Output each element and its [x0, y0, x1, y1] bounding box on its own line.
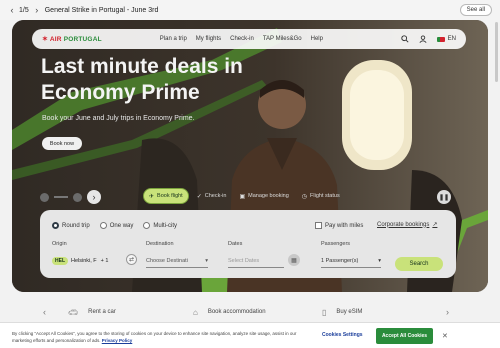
chevron-right-icon[interactable]: ›: [446, 307, 449, 317]
tap-logo[interactable]: ✶ AIR PORTUGAL: [42, 35, 102, 44]
user-icon[interactable]: [419, 35, 427, 43]
radio[interactable]: [99, 222, 107, 229]
chevron-right-icon[interactable]: ›: [33, 5, 41, 15]
swap-icon[interactable]: ⇄: [126, 254, 137, 265]
hero-subhead: Book your June and July trips in Economy…: [42, 115, 195, 122]
nav-my-flights[interactable]: My flights: [196, 36, 221, 42]
logo-mark-icon: ✶: [42, 36, 48, 43]
nav-links: Plan a trip My flights Check-in TAP Mile…: [160, 36, 323, 42]
origin-label: Origin: [52, 241, 67, 247]
chevron-left-icon[interactable]: ‹: [8, 5, 16, 15]
search-button[interactable]: Search: [395, 257, 443, 271]
logo-text-portugal: PORTUGAL: [63, 35, 102, 43]
dates-input[interactable]: Select Dates: [228, 254, 284, 268]
service-accommodation[interactable]: ⌂ Book accommodation: [193, 308, 266, 317]
calendar-icon[interactable]: ▦: [288, 254, 300, 266]
chevron-down-icon: ▾: [378, 257, 381, 264]
suitcase-icon: ▣: [239, 193, 246, 200]
destination-label: Destination: [146, 241, 174, 247]
carousel-next-icon[interactable]: ›: [87, 190, 101, 204]
bed-icon: ⌂: [193, 307, 198, 317]
main-navbar: ✶ AIR PORTUGAL Plan a trip My flights Ch…: [32, 29, 466, 49]
scrollbar[interactable]: [495, 22, 498, 82]
origin-value: Helsinki, F: [71, 258, 97, 264]
hero-headline: Last minute deals in Economy Prime: [41, 55, 243, 104]
clock-icon: ◷: [301, 193, 308, 200]
logo-text-air: AIR: [49, 35, 62, 43]
passengers-select[interactable]: 1 Passenger(s) ▾: [321, 254, 381, 268]
nav-check-in[interactable]: Check-in: [230, 36, 254, 42]
sim-icon: ▯: [322, 307, 327, 317]
car-icon: 🚗︎: [68, 307, 79, 317]
passengers-label: Passengers: [321, 241, 351, 247]
external-link-icon: ↗: [432, 222, 438, 228]
carousel-progress: [54, 196, 68, 198]
destination-input[interactable]: Choose Destinati ▾: [146, 254, 208, 268]
book-now-button[interactable]: Book now: [42, 137, 82, 150]
flight-search-panel: Round trip One way Multi-city Pay with m…: [40, 210, 456, 278]
tab-label: Check-in: [204, 193, 227, 199]
radio[interactable]: [143, 222, 151, 229]
trip-multi-city[interactable]: Multi-city: [143, 222, 177, 229]
nav-plan-a-trip[interactable]: Plan a trip: [160, 36, 187, 42]
cookies-settings-button[interactable]: Cookies Settings: [322, 332, 363, 338]
cookie-banner: By clicking “Accept All Cookies”, you ag…: [0, 322, 500, 348]
alert-message[interactable]: General Strike in Portugal - June 3rd: [45, 7, 159, 14]
service-rent-a-car[interactable]: 🚗︎ Rent a car: [68, 308, 116, 317]
tab-manage-booking[interactable]: ▣ Manage booking: [234, 188, 293, 204]
service-esim[interactable]: ▯ Buy eSIM: [322, 308, 362, 317]
tab-book-flight[interactable]: ✈ Book flight: [143, 188, 189, 204]
dates-label: Dates: [228, 241, 243, 247]
privacy-policy-link[interactable]: Privacy Policy: [102, 338, 133, 343]
nav-help[interactable]: Help: [311, 36, 323, 42]
pause-button[interactable]: ❚❚: [437, 190, 451, 204]
origin-field[interactable]: HEL Helsinki, F + 1: [52, 254, 122, 268]
booking-tabs: ✈ Book flight ✓ Check-in ▣ Manage bookin…: [143, 187, 345, 205]
search-icon[interactable]: [400, 35, 409, 43]
trip-round-trip[interactable]: Round trip: [52, 222, 90, 229]
tab-check-in[interactable]: ✓ Check-in: [192, 188, 232, 204]
corporate-bookings-link[interactable]: Corporate bookings ↗: [377, 221, 438, 229]
origin-code: HEL: [52, 257, 68, 265]
pay-with-miles-checkbox[interactable]: Pay with miles: [315, 222, 363, 229]
checkbox[interactable]: [315, 222, 322, 229]
services-row: ‹ 🚗︎ Rent a car ⌂ Book accommodation ▯ B…: [0, 300, 500, 324]
plane-icon: ✈: [149, 193, 155, 200]
tab-label: Manage booking: [248, 193, 289, 199]
chevron-down-icon: ▾: [205, 257, 208, 264]
flag-icon: [436, 36, 445, 42]
accept-cookies-button[interactable]: Accept All Cookies: [376, 328, 433, 344]
tab-flight-status[interactable]: ◷ Flight status: [297, 188, 345, 204]
language-label: EN: [447, 36, 456, 42]
carousel-controls: ›: [40, 190, 101, 204]
radio-selected[interactable]: [52, 222, 59, 229]
alert-bar: ‹ 1/5 › General Strike in Portugal - Jun…: [0, 0, 500, 20]
check-circle-icon: ✓: [196, 193, 202, 200]
close-icon[interactable]: ✕: [442, 332, 448, 340]
alert-pager: 1/5: [19, 6, 29, 14]
tab-label: Flight status: [310, 193, 340, 199]
carousel-dot-active[interactable]: [40, 192, 49, 202]
trip-one-way[interactable]: One way: [99, 222, 133, 229]
nav-miles-go[interactable]: TAP Miles&Go: [263, 36, 302, 42]
carousel-dot[interactable]: [73, 192, 82, 202]
cookie-text: By clicking “Accept All Cookies”, you ag…: [12, 331, 297, 343]
chevron-left-icon[interactable]: ‹: [43, 307, 46, 317]
tab-label: Book flight: [157, 193, 183, 199]
trip-type-group: Round trip One way Multi-city: [52, 222, 177, 229]
language-selector[interactable]: EN: [436, 36, 456, 42]
see-all-button[interactable]: See all: [459, 4, 492, 16]
origin-extra: + 1: [100, 258, 109, 264]
